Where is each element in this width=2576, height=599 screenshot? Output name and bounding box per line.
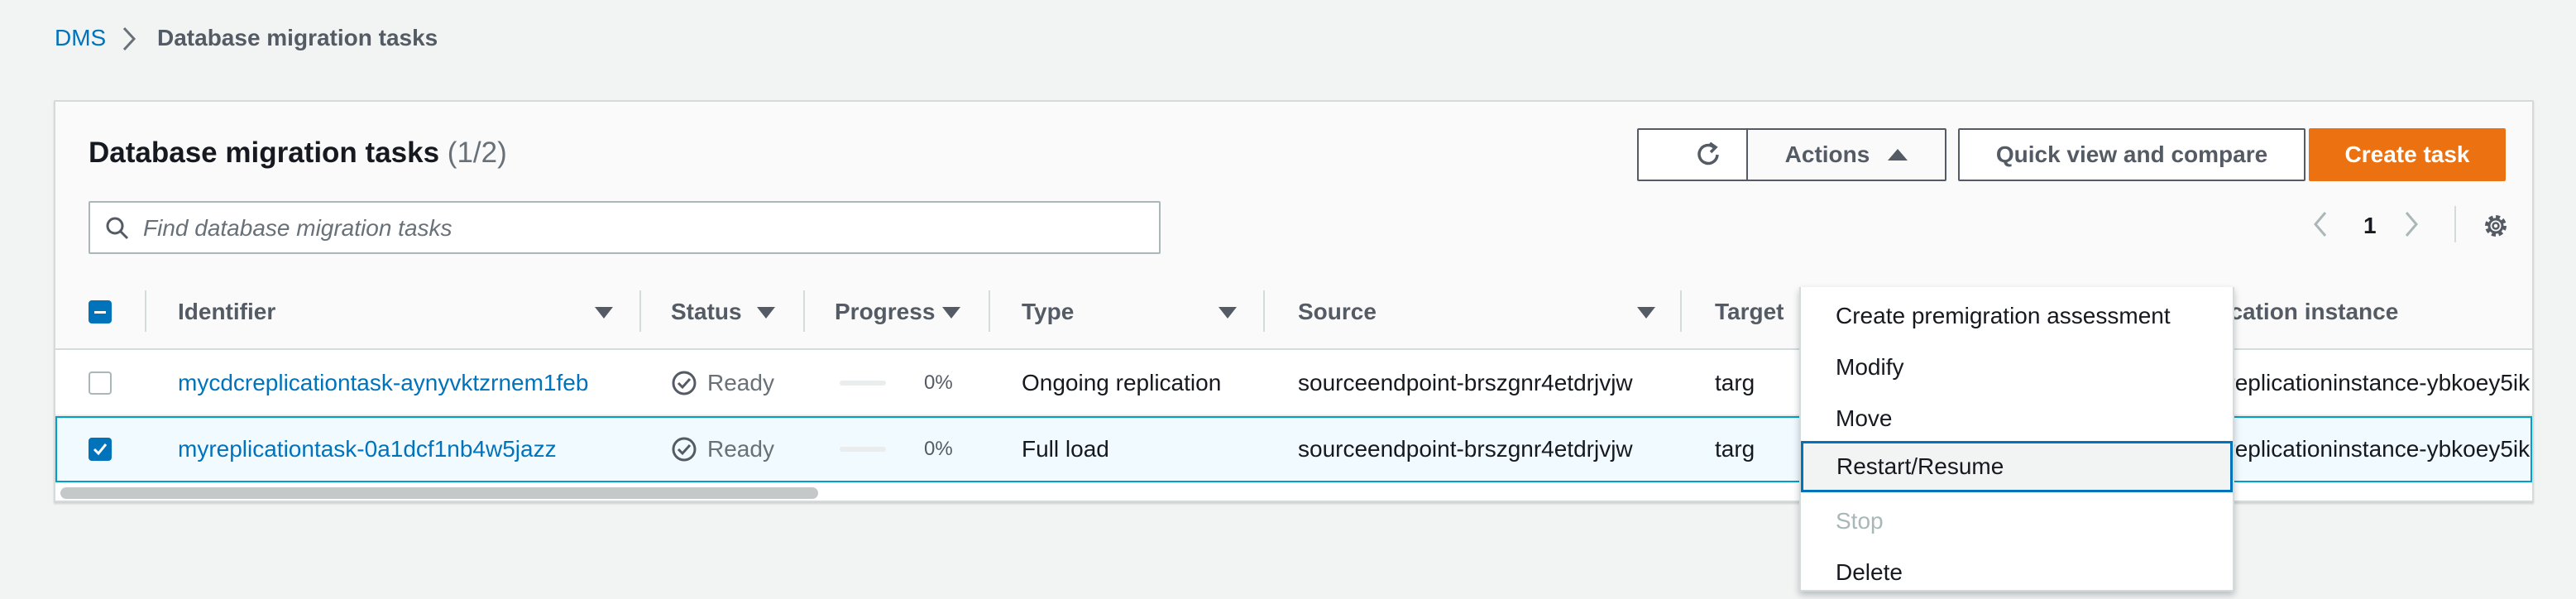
quick-view-compare-button[interactable]: Quick view and compare <box>1958 128 2305 181</box>
sort-caret-icon[interactable] <box>757 307 775 319</box>
sort-caret-icon[interactable] <box>1637 307 1655 319</box>
actions-dropdown-menu: Create premigration assessment Modify Mo… <box>1799 287 2234 592</box>
gear-icon[interactable] <box>2479 209 2512 242</box>
current-page-number[interactable]: 1 <box>2363 213 2377 239</box>
actions-button[interactable]: Actions <box>1746 128 1946 181</box>
tasks-table-container: Database migration tasks (1/2) Actions Q… <box>54 100 2534 592</box>
column-divider <box>989 290 990 332</box>
page-title: Database migration tasks (1/2) <box>89 137 507 170</box>
status-text: Ready <box>707 370 774 395</box>
task-identifier-link[interactable]: myreplicationtask-0a1dcf1nb4w5jazz <box>178 436 557 462</box>
progress-bar <box>840 447 886 452</box>
source-endpoint: sourceendpoint-brszgnr4etdrjvjw <box>1298 370 1633 395</box>
source-endpoint: sourceendpoint-brszgnr4etdrjvjw <box>1298 436 1633 462</box>
task-type: Full load <box>1022 436 1109 462</box>
progress-percent: 0% <box>924 371 953 394</box>
sort-caret-icon[interactable] <box>595 307 613 319</box>
breadcrumb-current: Database migration tasks <box>157 25 438 50</box>
column-header-type[interactable]: Type <box>1022 299 1074 325</box>
search-box[interactable] <box>89 201 1161 254</box>
chevron-right-icon[interactable] <box>2401 208 2421 241</box>
menu-item-move[interactable]: Move <box>1801 393 2233 444</box>
horizontal-scrollbar[interactable] <box>60 487 818 499</box>
column-divider <box>639 290 641 332</box>
search-icon <box>106 217 129 240</box>
column-header-target[interactable]: Target <box>1715 299 1784 325</box>
column-divider <box>1263 290 1265 332</box>
column-divider <box>803 290 805 332</box>
actions-label: Actions <box>1784 141 1870 167</box>
column-header-source[interactable]: Source <box>1298 299 1377 325</box>
task-identifier-link[interactable]: mycdcreplicationtask-aynyvktzrnem1feb <box>178 370 588 396</box>
target-endpoint: targ <box>1715 370 1755 395</box>
caret-up-icon <box>1888 149 1908 161</box>
indeterminate-mark <box>94 311 106 314</box>
menu-item-stop: Stop <box>1836 508 1884 534</box>
menu-item-create-premigration-assessment[interactable]: Create premigration assessment <box>1801 290 2233 342</box>
column-header-progress[interactable]: Progress <box>835 299 935 325</box>
check-circle-icon <box>672 437 697 462</box>
refresh-icon <box>1697 141 1719 165</box>
check-circle-icon <box>672 371 697 395</box>
create-task-button[interactable]: Create task <box>2309 128 2506 181</box>
column-divider <box>145 290 146 332</box>
sort-caret-icon[interactable] <box>1219 307 1237 319</box>
pager-divider <box>2454 206 2456 242</box>
row-checkbox[interactable] <box>89 371 112 395</box>
sort-caret-icon[interactable] <box>942 307 960 319</box>
menu-item-modify[interactable]: Modify <box>1801 342 2233 393</box>
row-checkbox[interactable] <box>89 438 112 461</box>
search-input[interactable] <box>141 208 1137 249</box>
title-text: Database migration tasks <box>89 137 440 169</box>
menu-item-delete[interactable]: Delete <box>1801 547 2233 598</box>
column-header-identifier[interactable]: Identifier <box>178 299 275 325</box>
task-type: Ongoing replication <box>1022 370 1222 395</box>
progress-bar <box>840 381 886 386</box>
column-header-status[interactable]: Status <box>671 299 742 325</box>
chevron-left-icon[interactable] <box>2310 208 2330 241</box>
progress-percent: 0% <box>924 438 953 460</box>
checkmark-icon <box>93 443 108 456</box>
chevron-right-icon <box>122 26 136 51</box>
target-endpoint: targ <box>1715 436 1755 462</box>
column-divider <box>1680 290 1682 332</box>
breadcrumb-dms-link[interactable]: DMS <box>55 25 106 51</box>
selection-count: (1/2) <box>447 137 507 169</box>
menu-item-restart-resume[interactable]: Restart/Resume <box>1801 441 2233 492</box>
status-text: Ready <box>707 436 774 462</box>
select-all-checkbox[interactable] <box>89 300 112 323</box>
